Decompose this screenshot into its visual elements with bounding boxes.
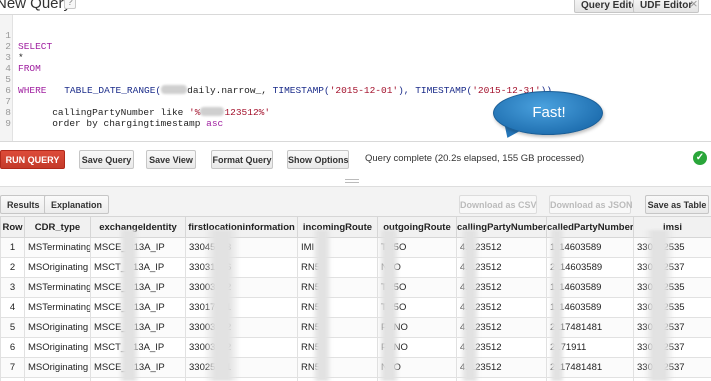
code-line: 7 order by chargingtimestamp asc <box>5 96 224 129</box>
download-json-button[interactable]: Download as JSON <box>549 195 633 214</box>
results-table: Row CDR_type exchangeIdentity firstlocat… <box>0 216 711 381</box>
table-cell: 33025741 <box>185 357 298 378</box>
redaction-mask <box>644 230 674 381</box>
download-csv-button[interactable]: Download as CSV <box>459 195 537 214</box>
table-cell: RN5I <box>297 317 378 338</box>
code-line: 6 callingPartyNumber like '% 123512%' <box>5 85 271 118</box>
table-cell: 33003232 <box>185 377 298 381</box>
code-line: 8 <box>5 107 11 118</box>
help-icon[interactable]: ? <box>64 0 76 9</box>
query-status-text: Query complete (20.2s elapsed, 155 GB pr… <box>365 153 585 164</box>
save-view-button[interactable]: Save View <box>146 150 196 169</box>
table-header-row: Row CDR_type exchangeIdentity firstlocat… <box>0 216 711 238</box>
table-cell: RN5I <box>297 257 378 278</box>
table-row: 4MSTerminatingMSCE_R13A_IP33017031RN5ITR… <box>0 297 711 318</box>
resize-handle[interactable] <box>345 179 359 183</box>
redaction-mask <box>549 230 565 381</box>
table-cell: RN5I <box>297 357 378 378</box>
table-row: 8MSOriginatingMSCE_R13A_IP33003232RN5INT… <box>0 377 711 381</box>
redacted-text <box>161 85 188 94</box>
redaction-mask <box>118 230 140 381</box>
table-cell: MSOriginating <box>24 317 91 338</box>
code-line: 4 TABLE_DATE_RANGE(daily.narrow_, TIMEST… <box>5 63 552 96</box>
table-row: 7MSOriginatingMSCE_R13A_IP33025741RN5INT… <box>0 357 711 378</box>
table-cell: 5 <box>0 317 25 338</box>
column-header[interactable]: firstlocationinformation <box>185 216 298 238</box>
table-cell: 3 <box>0 277 25 298</box>
table-cell: 33045033 <box>185 237 298 258</box>
table-row: 5MSOriginatingMSCE_R13A_IP33003132RN5IPE… <box>0 317 711 338</box>
run-query-button[interactable]: RUN QUERY <box>0 150 65 169</box>
table-cell: MSTerminating <box>24 237 91 258</box>
table-cell: MSOriginating <box>24 377 91 381</box>
table-cell: RN5I <box>297 337 378 358</box>
column-header[interactable]: Row <box>0 216 25 238</box>
table-cell: 33017031 <box>185 297 298 318</box>
fast-callout: Fast! <box>493 91 603 135</box>
table-cell: 2 <box>0 257 25 278</box>
table-row: 3MSTerminatingMSCE_R13A_IP33003732RN5ITR… <box>0 277 711 298</box>
tab-explanation[interactable]: Explanation <box>44 195 110 214</box>
page-title: New Query <box>0 0 72 12</box>
table-cell: 33003732 <box>185 277 298 298</box>
code-line: 1 SELECT <box>5 30 53 52</box>
table-cell: 7 <box>0 357 25 378</box>
table-cell: MSOriginating <box>24 337 91 358</box>
table-cell: 33003132 <box>185 337 298 358</box>
table-cell: 6 <box>0 337 25 358</box>
table-cell: RN5I <box>297 297 378 318</box>
table-cell: 33031976 <box>185 257 298 278</box>
check-circle-icon: ✓ <box>693 151 707 165</box>
column-header[interactable]: CDR_type <box>24 216 91 238</box>
code-line: 3 FROM <box>5 52 41 74</box>
code-line: 9 <box>5 118 11 129</box>
table-cell: RN5I <box>297 277 378 298</box>
table-cell: RN5I <box>297 377 378 381</box>
code-line: 2 * <box>5 41 24 63</box>
redaction-mask <box>204 230 240 381</box>
close-icon[interactable]: × <box>690 0 698 11</box>
table-cell: MSOriginating <box>24 257 91 278</box>
query-header: New Query ? Query Editor UDF Editor × <box>0 0 711 14</box>
table-cell: MSTerminating <box>24 297 91 318</box>
table-row: 6MSOriginatingMSCT_R13A_IP33003132RN5IPE… <box>0 337 711 358</box>
table-cell: IMI <box>297 237 378 258</box>
save-as-table-button[interactable]: Save as Table <box>645 195 709 214</box>
show-options-button[interactable]: Show Options <box>287 150 349 169</box>
save-query-button[interactable]: Save Query <box>79 150 134 169</box>
column-header[interactable]: incomingRoute <box>297 216 378 238</box>
redaction-mask <box>312 230 332 381</box>
table-row: 2MSOriginatingMSCT_R13A_IP33031976RN5INT… <box>0 257 711 278</box>
tab-results[interactable]: Results <box>0 195 47 214</box>
callout-text: Fast! <box>532 104 566 121</box>
redaction-mask <box>378 230 400 381</box>
table-row: 1MSTerminatingMSCE_R13A_IP33045033IMITR5… <box>0 237 711 258</box>
code-line: 5 WHERE <box>5 74 47 96</box>
table-cell: 1 <box>0 237 25 258</box>
table-cell: MSTerminating <box>24 277 91 298</box>
redaction-mask <box>460 230 480 381</box>
sql-editor[interactable]: 1 SELECT 2 * 3 FROM 4 TABLE_DATE_RANGE(d… <box>0 14 711 142</box>
format-query-button[interactable]: Format Query <box>211 150 273 169</box>
table-cell: 33003132 <box>185 317 298 338</box>
table-cell: 8 <box>0 377 25 381</box>
table-cell: MSOriginating <box>24 357 91 378</box>
table-cell: 4 <box>0 297 25 318</box>
